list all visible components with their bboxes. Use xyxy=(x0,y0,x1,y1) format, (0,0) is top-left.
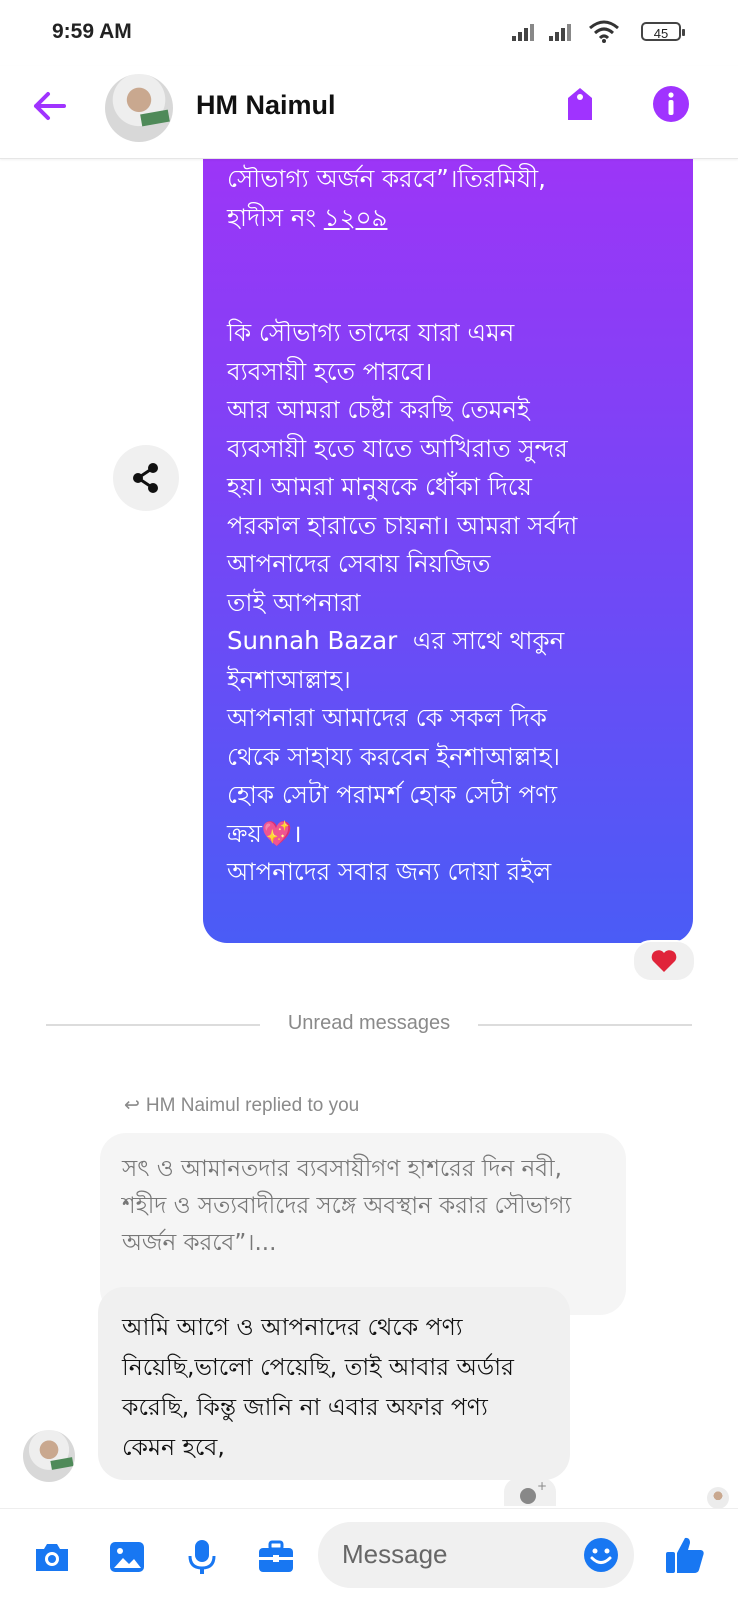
unread-divider: Unread messages xyxy=(46,1010,692,1038)
unread-label: Unread messages xyxy=(287,1012,451,1034)
add-reaction-icon: + xyxy=(520,1479,547,1504)
received-message-bubble[interactable]: আমি আগে ও আপনাদের থেকে পণ্য নিয়েছি,ভালো… xyxy=(98,1287,570,1480)
status-bar: 9:59 AM 45 xyxy=(0,0,738,66)
reply-info-text: HM Naimul replied to you xyxy=(145,1095,360,1116)
tag-icon[interactable] xyxy=(560,84,600,124)
signal-icon xyxy=(512,22,536,41)
heart-icon xyxy=(651,950,677,972)
briefcase-icon[interactable] xyxy=(256,1537,296,1577)
sent-message-text: সৌভাগ্য অর্জন করবে”।তিরমিযী, হাদীস নং ১২… xyxy=(227,164,578,886)
sent-message-bubble[interactable]: সৌভাগ্য অর্জন করবে”।তিরমিযী, হাদীস নং ১২… xyxy=(203,120,693,943)
like-icon[interactable] xyxy=(663,1533,707,1577)
battery-indicator: 45 xyxy=(641,22,685,41)
contact-avatar[interactable] xyxy=(105,74,173,142)
signal-icon-2 xyxy=(549,22,573,41)
info-icon[interactable] xyxy=(651,84,691,124)
quoted-text: সৎ ও আমানতদার ব্যবসায়ীগণ হাশরের দিন নবী… xyxy=(122,1156,572,1256)
sender-avatar[interactable] xyxy=(23,1430,75,1482)
reply-arrow-icon: ↩ xyxy=(124,1095,140,1116)
received-message-text: আমি আগে ও আপনাদের থেকে পণ্য নিয়েছি,ভালো… xyxy=(122,1313,514,1461)
wifi-icon xyxy=(589,20,619,43)
message-placeholder: Message xyxy=(342,1539,448,1569)
status-time: 9:59 AM xyxy=(52,20,132,43)
gallery-icon[interactable] xyxy=(107,1537,147,1577)
emoji-icon[interactable] xyxy=(582,1536,620,1574)
add-reaction-button[interactable]: + xyxy=(504,1478,556,1506)
message-input[interactable]: Message xyxy=(318,1522,634,1588)
share-button[interactable] xyxy=(113,445,179,511)
contact-name[interactable]: HM Naimul xyxy=(196,90,336,121)
microphone-icon[interactable] xyxy=(182,1537,222,1577)
camera-icon[interactable] xyxy=(32,1537,72,1577)
message-composer: Message xyxy=(0,1508,738,1601)
chat-header: HM Naimul xyxy=(0,66,738,159)
heart-reaction[interactable] xyxy=(632,940,696,982)
seen-avatar xyxy=(707,1487,729,1509)
reply-info: ↩ HM Naimul replied to you xyxy=(124,1094,359,1117)
back-arrow-icon[interactable] xyxy=(30,86,70,126)
svg-text:+: + xyxy=(537,1479,547,1493)
share-icon xyxy=(133,463,158,493)
